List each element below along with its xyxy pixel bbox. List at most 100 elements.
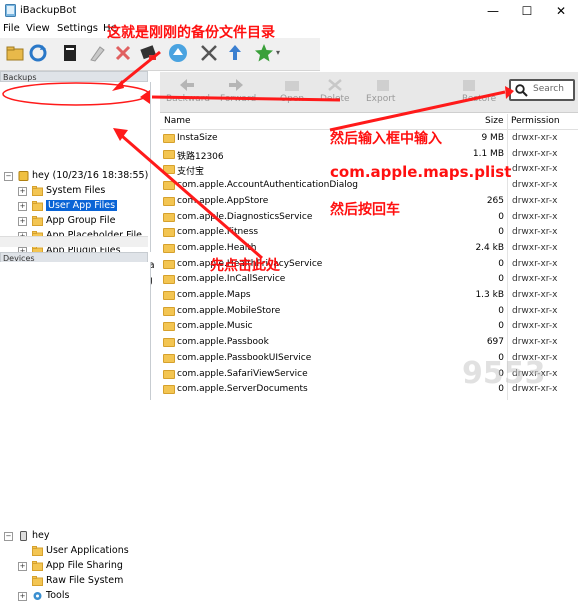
folder-icon <box>163 385 175 395</box>
file-name: com.apple.Music <box>177 321 253 332</box>
file-row[interactable]: com.apple.Passbook 697 drwxr-xr-x <box>160 335 578 350</box>
window-title: iBackupBot <box>20 5 77 16</box>
annotation-search-hint-1: 然后输入框中输入 <box>330 131 442 147</box>
search-input[interactable]: Search <box>533 84 564 94</box>
file-size: 0 <box>498 274 504 285</box>
tree-item[interactable]: + User App Files <box>0 199 148 214</box>
tools-icon[interactable] <box>199 43 219 63</box>
menu-settings[interactable]: Settings <box>57 23 98 34</box>
back-button[interactable]: Backward <box>166 94 210 104</box>
file-row[interactable]: com.apple.Maps 1.3 kB drwxr-xr-x <box>160 288 578 303</box>
file-name: com.apple.AppStore <box>177 195 269 206</box>
refresh-icon[interactable] <box>28 43 48 63</box>
tree-item[interactable]: + App File Sharing <box>0 559 148 574</box>
file-name: com.apple.Maps <box>177 290 251 300</box>
close-button[interactable]: ✕ <box>544 0 578 22</box>
backup-icon[interactable] <box>139 43 159 63</box>
restore-button[interactable]: Restore <box>462 94 496 104</box>
delete-button[interactable]: Delete <box>320 94 350 104</box>
tree-item-label: hey <box>32 530 50 541</box>
tree-item[interactable]: + System Files <box>0 184 148 199</box>
file-row[interactable]: com.apple.Fitness 0 drwxr-xr-x <box>160 225 578 240</box>
file-name: 支付宝 <box>177 167 205 178</box>
folder-icon <box>163 181 175 191</box>
app-icon <box>5 4 16 17</box>
file-name: com.apple.Passbook <box>177 337 269 348</box>
tree-expander-icon[interactable]: + <box>18 592 27 601</box>
file-permission: drwxr-xr-x <box>512 164 558 175</box>
open-backup-icon[interactable] <box>5 43 25 63</box>
tree-expander-icon[interactable]: + <box>18 217 27 226</box>
search-icon <box>515 84 528 97</box>
open-button[interactable]: Open <box>280 94 304 104</box>
export-button[interactable]: Export <box>366 94 395 104</box>
file-name: com.apple.PassbookUIService <box>177 352 312 363</box>
back-arrow-icon[interactable] <box>178 77 196 93</box>
folder-icon <box>163 165 175 175</box>
file-row[interactable]: 铁路12306 1.1 MB drwxr-xr-x <box>160 147 578 162</box>
folder-icon <box>163 353 175 363</box>
tree-item[interactable]: − hey <box>0 529 148 544</box>
column-permission[interactable]: Permission <box>511 116 560 126</box>
column-name[interactable]: Name <box>164 116 191 126</box>
maximize-button[interactable]: ☐ <box>510 0 544 22</box>
tree-item-label: Tools <box>46 590 70 601</box>
annotation-search-hint-2: com.apple.maps.plist <box>330 163 512 181</box>
file-permission: drwxr-xr-x <box>512 195 558 206</box>
folder-icon <box>163 338 175 348</box>
file-name: com.apple.Health <box>177 242 257 253</box>
file-size: 0 <box>498 305 504 316</box>
tree-item[interactable]: Raw File System <box>0 574 148 589</box>
export-icon[interactable] <box>374 77 392 93</box>
delete-file-icon[interactable] <box>326 77 344 93</box>
backups-scrollbar[interactable] <box>0 236 148 247</box>
eject-icon[interactable] <box>168 43 188 63</box>
column-size[interactable]: Size <box>485 116 503 126</box>
file-row[interactable]: com.apple.Music 0 drwxr-xr-x <box>160 319 578 334</box>
tree-item[interactable]: − hey (10/23/16 18:38:55) <box>0 169 148 184</box>
file-row[interactable]: com.apple.MobileStore 0 drwxr-xr-x <box>160 304 578 319</box>
tree-item[interactable]: User Applications <box>0 544 148 559</box>
menu-view[interactable]: View <box>26 23 50 34</box>
tree-expander-icon[interactable]: + <box>18 202 27 211</box>
file-name: com.apple.InCallService <box>177 274 286 285</box>
tree-expander-icon[interactable]: − <box>4 172 13 181</box>
open-folder-icon[interactable] <box>283 77 301 93</box>
file-name: com.apple.AccountAuthenticationDialog <box>177 180 358 191</box>
menu-file[interactable]: File <box>3 23 20 34</box>
file-row[interactable]: com.apple.Health 2.4 kB drwxr-xr-x <box>160 241 578 256</box>
upload-icon[interactable] <box>225 43 245 63</box>
document-icon[interactable] <box>60 43 80 63</box>
tree-item-label: Raw File System <box>46 575 124 586</box>
tree-item[interactable]: + App Group File <box>0 214 148 229</box>
file-size: 0 <box>498 258 504 269</box>
folder-icon <box>163 134 175 143</box>
file-permission: drwxr-xr-x <box>512 227 558 238</box>
file-name: com.apple.ServerDocuments <box>177 384 308 395</box>
folder-icon <box>163 149 175 159</box>
file-name: com.apple.MobileStore <box>177 305 281 316</box>
folder-icon <box>163 291 175 300</box>
file-permission: drwxr-xr-x <box>512 180 558 191</box>
restore-icon[interactable] <box>460 77 478 93</box>
clean-icon[interactable] <box>88 43 108 63</box>
tree-expander-icon[interactable]: + <box>18 187 27 196</box>
tree-item[interactable]: + Tools <box>0 589 148 604</box>
forward-arrow-icon[interactable] <box>227 77 245 93</box>
backups-panel: − hey (10/23/16 18:38:55) + System Files + Us… <box>0 82 155 286</box>
tree-expander-icon[interactable]: − <box>4 532 13 541</box>
star-icon[interactable] <box>254 43 274 63</box>
delete-icon[interactable] <box>113 43 133 63</box>
file-name: 铁路12306 <box>177 151 224 162</box>
minimize-button[interactable]: — <box>476 0 510 22</box>
forward-button[interactable]: Forward <box>220 94 256 104</box>
tree-item-label: App Group File <box>46 215 116 226</box>
file-permission: drwxr-xr-x <box>512 305 558 316</box>
annotation-backup-dir: 这就是刚刚的备份文件目录 <box>107 25 275 41</box>
file-size: 1.1 MB <box>472 148 504 159</box>
chevron-down-icon[interactable]: ▾ <box>276 48 280 57</box>
tree-expander-icon[interactable]: + <box>18 562 27 571</box>
tree-item-label: App File Sharing <box>46 560 123 571</box>
watermark: 9553 <box>462 356 546 391</box>
file-permission: drwxr-xr-x <box>512 211 558 222</box>
